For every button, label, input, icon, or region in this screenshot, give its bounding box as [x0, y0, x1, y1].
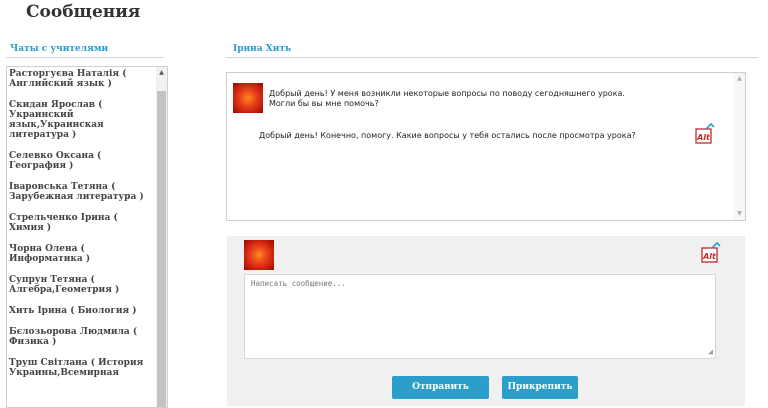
message-input[interactable]: Написать сообщение... ◢ — [244, 274, 716, 359]
contact-item[interactable]: Чорна Олена ( Информатика ) — [7, 242, 155, 266]
chat-heading: Ірина Хить — [233, 44, 292, 54]
scroll-up-icon[interactable]: ▲ — [734, 73, 745, 85]
message-composer: Alt Написать сообщение... ◢ Отправить Пр… — [227, 236, 745, 406]
resize-grip-icon[interactable]: ◢ — [708, 348, 713, 356]
scroll-up-icon[interactable]: ▲ — [156, 67, 167, 79]
contact-item[interactable]: Скидан Ярослав ( Украинский язык,Украинс… — [7, 98, 155, 142]
alt-avatar-icon: Alt — [701, 242, 721, 263]
divider — [226, 57, 758, 58]
scroll-thumb[interactable] — [157, 91, 166, 407]
contact-item[interactable]: Іваровська Тетяна ( Зарубежная литератур… — [7, 180, 155, 204]
contacts-heading: Чаты с учителями — [10, 44, 109, 54]
message-placeholder: Написать сообщение... — [251, 279, 346, 288]
chat-history: Добрый день! У меня возникли некоторые в… — [226, 72, 746, 221]
contact-item[interactable]: Хить Ірина ( Биология ) — [7, 304, 155, 318]
contact-item[interactable]: Стрельченко Ірина ( Химия ) — [7, 211, 155, 235]
avatar — [233, 83, 263, 113]
message-line: Добрый день! У меня возникли некоторые в… — [269, 89, 625, 98]
divider — [6, 57, 164, 58]
contacts-panel: Расторгуєва Наталія ( Английский язык ) … — [6, 66, 168, 408]
send-button[interactable]: Отправить — [392, 376, 489, 399]
chat-scrollbar[interactable]: ▲ ▼ — [734, 73, 745, 220]
scroll-down-icon[interactable]: ▼ — [734, 208, 745, 220]
message-text: Добрый день! Конечно, помогу. Какие вопр… — [259, 131, 636, 140]
attach-button[interactable]: Прикрепить — [502, 376, 578, 399]
svg-text:Alt: Alt — [702, 252, 717, 261]
svg-text:Alt: Alt — [696, 133, 711, 142]
contact-item[interactable]: Расторгуєва Наталія ( Английский язык ) — [7, 67, 155, 91]
contact-item[interactable]: Супрун Тетяна ( Алгебра,Геометрия ) — [7, 273, 155, 297]
page-title: Сообщения — [26, 2, 141, 22]
contact-item[interactable]: Бєлозьорова Людмила ( Физика ) — [7, 325, 155, 349]
contact-item[interactable]: Труш Світлана ( История Украины,Всемирна… — [7, 356, 155, 380]
alt-avatar-icon: Alt — [695, 123, 715, 144]
message-line: Могли бы вы мне помочь? — [269, 99, 379, 108]
avatar — [244, 240, 274, 270]
message-text: Добрый день! У меня возникли некоторые в… — [269, 89, 625, 109]
contact-item[interactable]: Селевко Оксана ( География ) — [7, 149, 155, 173]
contacts-scrollbar[interactable]: ▲ — [156, 67, 167, 407]
contacts-list: Расторгуєва Наталія ( Английский язык ) … — [7, 67, 155, 387]
